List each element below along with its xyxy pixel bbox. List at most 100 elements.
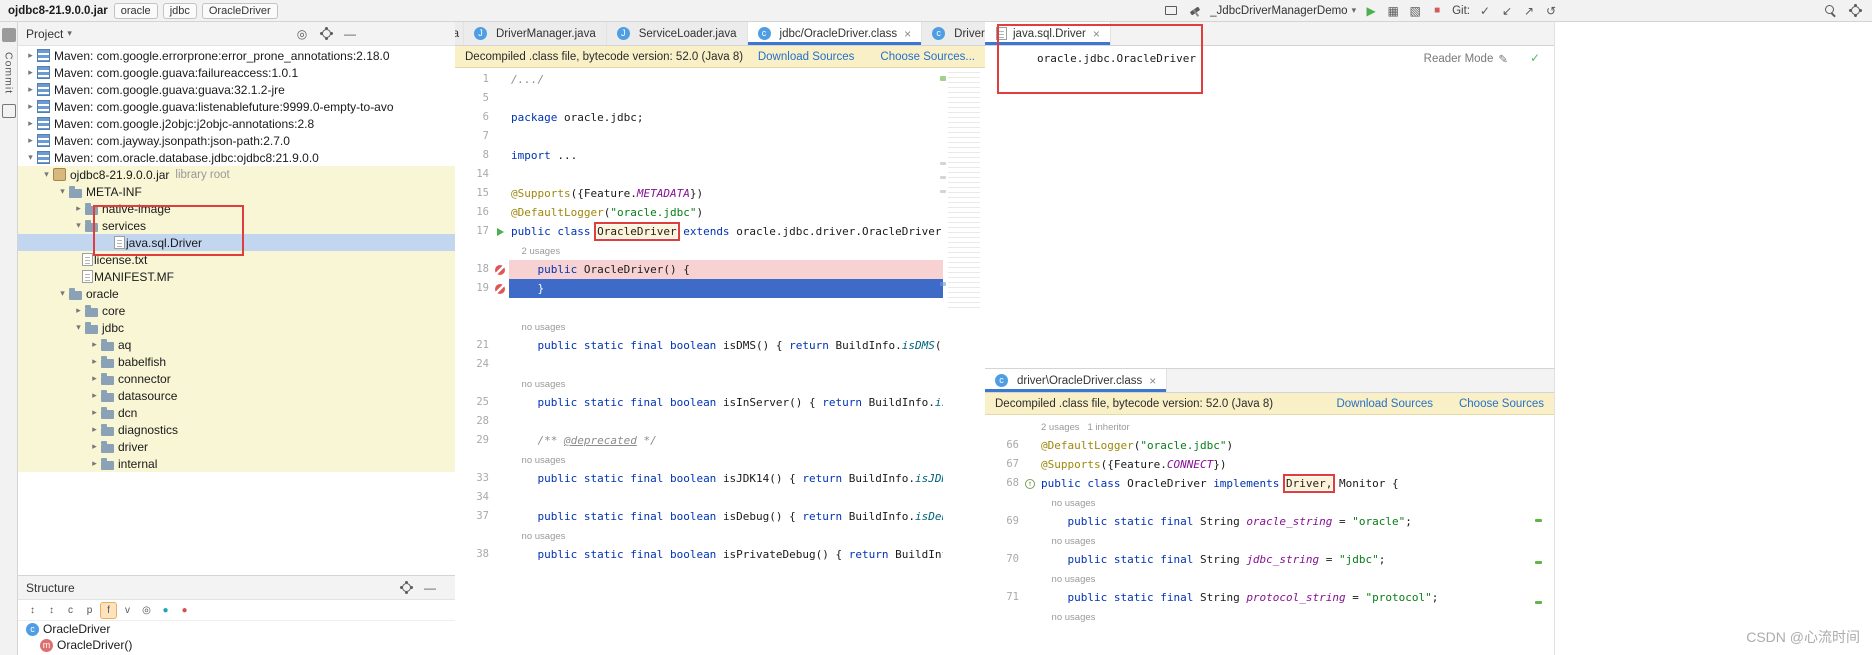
chevron-closed-icon[interactable]: ▸ xyxy=(88,424,101,435)
editor-tab-va[interactable]: va xyxy=(455,22,464,45)
tree-item-ojdbc8-21.9.0.0.jar[interactable]: ▾ojdbc8-21.9.0.0.jarlibrary root xyxy=(18,166,455,183)
code-line-8[interactable]: 8import ... xyxy=(455,146,943,165)
editor-tab-jdbc-oracledriver.class[interactable]: jdbc/OracleDriver.class× xyxy=(748,22,923,45)
tree-item-native-image[interactable]: ▸native-image xyxy=(18,200,455,217)
push-icon[interactable]: ↗ xyxy=(1520,3,1538,19)
code-line-7[interactable]: 7 xyxy=(455,127,943,146)
code-line-70[interactable]: 70 public static final String jdbc_strin… xyxy=(985,550,1554,569)
project-tool-icon[interactable] xyxy=(2,28,16,42)
chevron-closed-icon[interactable]: ▸ xyxy=(72,305,85,316)
update-icon[interactable]: ↙ xyxy=(1498,3,1516,19)
v-filter-icon[interactable]: v xyxy=(119,602,136,619)
code-line-33[interactable]: 33 public static final boolean isJDK14()… xyxy=(455,469,943,488)
chevron-closed-icon[interactable]: ▸ xyxy=(24,67,37,78)
code-line-38[interactable]: 38 public static final boolean isPrivate… xyxy=(455,545,943,564)
sort-usages-icon[interactable]: ↕ xyxy=(43,602,60,619)
tree-item-babelfish[interactable]: ▸babelfish xyxy=(18,353,455,370)
code-line-69[interactable]: 69 public static final String oracle_str… xyxy=(985,512,1554,531)
code-line[interactable]: no usages xyxy=(455,374,943,393)
chevron-open-icon[interactable]: ▾ xyxy=(56,288,69,299)
code-line[interactable]: no usages xyxy=(985,531,1554,550)
structure-panel-title[interactable]: Structure xyxy=(26,581,75,595)
tree-item-license.txt[interactable]: license.txt xyxy=(18,251,455,268)
c-filter-icon[interactable]: c xyxy=(62,602,79,619)
monitor-icon[interactable] xyxy=(1162,3,1180,19)
search-icon[interactable] xyxy=(1822,3,1840,19)
impl-gutter-icon[interactable] xyxy=(1021,479,1039,489)
code-line-67[interactable]: 67@Supports({Feature.CONNECT}) xyxy=(985,455,1554,474)
run-config-selector[interactable]: _JdbcDriverManagerDemo ▾ xyxy=(1210,5,1356,17)
chevron-closed-icon[interactable]: ▸ xyxy=(88,339,101,350)
code-line[interactable]: 2 usages 1 inheritor xyxy=(985,417,1554,436)
gear-icon[interactable] xyxy=(317,26,335,42)
tree-item-dcn[interactable]: ▸dcn xyxy=(18,404,455,421)
code-line-71[interactable]: 71 public static final String protocol_s… xyxy=(985,588,1554,607)
choose-sources-link[interactable]: Choose Sources xyxy=(1459,398,1544,410)
tree-item-internal[interactable]: ▸internal xyxy=(18,455,455,472)
tree-item-maven-com.google.guava-listenablefuture-[interactable]: ▸Maven: com.google.guava:listenablefutur… xyxy=(18,98,455,115)
code-line-25[interactable]: 25 public static final boolean isInServe… xyxy=(455,393,943,412)
run-gutter-icon[interactable] xyxy=(491,228,509,236)
code-line-15[interactable]: 15@Supports({Feature.METADATA}) xyxy=(455,184,943,203)
code-line-34[interactable]: 34 xyxy=(455,488,943,507)
profiler-icon[interactable]: ▧ xyxy=(1406,3,1424,19)
reader-mode-toggle[interactable]: Reader Mode ✎ xyxy=(1424,52,1508,66)
code-line-14[interactable]: 14 xyxy=(455,165,943,184)
code-line-16[interactable]: 16@DefaultLogger("oracle.jdbc") xyxy=(455,203,943,222)
code-area[interactable]: 2 usages 1 inheritor66@DefaultLogger("or… xyxy=(985,415,1554,655)
f-filter-icon[interactable]: f xyxy=(100,602,117,619)
tree-item-maven-com.google.guava-failureaccess-1.0[interactable]: ▸Maven: com.google.guava:failureaccess:1… xyxy=(18,64,455,81)
code-line-1[interactable]: 1/.../ xyxy=(455,70,943,89)
code-line-37[interactable]: 37 public static final boolean isDebug()… xyxy=(455,507,943,526)
tree-item-java.sql.driver[interactable]: java.sql.Driver xyxy=(18,234,455,251)
breadcrumb-OracleDriver[interactable]: OracleDriver xyxy=(202,3,278,19)
tree-item-maven-com.oracle.database.jdbc-ojdbc8-21[interactable]: ▾Maven: com.oracle.database.jdbc:ojdbc8:… xyxy=(18,149,455,166)
gear-icon[interactable] xyxy=(1846,3,1864,19)
chevron-closed-icon[interactable]: ▸ xyxy=(72,203,85,214)
code-line[interactable]: 2 usages xyxy=(455,241,943,260)
tree-item-core[interactable]: ▸core xyxy=(18,302,455,319)
breadcrumb-oracle[interactable]: oracle xyxy=(114,3,158,19)
chevron-closed-icon[interactable]: ▸ xyxy=(24,50,37,61)
chevron-closed-icon[interactable]: ▸ xyxy=(88,373,101,384)
tree-item-driver[interactable]: ▸driver xyxy=(18,438,455,455)
chevron-closed-icon[interactable]: ▸ xyxy=(24,118,37,129)
code-line-28[interactable]: 28 xyxy=(455,412,943,431)
hammer-icon[interactable] xyxy=(1186,3,1204,19)
download-sources-link[interactable]: Download Sources xyxy=(758,51,855,63)
inspections-ok-icon[interactable]: ✓ xyxy=(1530,51,1540,65)
minimap-scrollbar[interactable] xyxy=(948,72,980,310)
chevron-open-icon[interactable]: ▾ xyxy=(56,186,69,197)
tree-item-meta-inf[interactable]: ▾META-INF xyxy=(18,183,455,200)
tab-java-sql-driver[interactable]: java.sql.Driver × xyxy=(985,22,1111,45)
code-line-19[interactable]: 19 } xyxy=(455,279,943,298)
code-line-21[interactable]: 21 public static final boolean isDMS() {… xyxy=(455,336,943,355)
bp-gutter-icon[interactable] xyxy=(491,265,509,275)
code-line-6[interactable]: 6package oracle.jdbc; xyxy=(455,108,943,127)
code-line[interactable]: no usages xyxy=(985,607,1554,626)
code-area[interactable]: 1/.../56package oracle.jdbc;78import ...… xyxy=(455,68,943,655)
play-icon[interactable]: ▶ xyxy=(1362,3,1380,19)
code-line-66[interactable]: 66@DefaultLogger("oracle.jdbc") xyxy=(985,436,1554,455)
chevron-closed-icon[interactable]: ▸ xyxy=(88,407,101,418)
tree-item-diagnostics[interactable]: ▸diagnostics xyxy=(18,421,455,438)
gear-icon[interactable] xyxy=(397,580,415,596)
download-sources-link[interactable]: Download Sources xyxy=(1336,398,1433,410)
cyan-dot-icon[interactable]: ● xyxy=(157,602,174,619)
chevron-open-icon[interactable]: ▾ xyxy=(72,322,85,333)
chevron-open-icon[interactable]: ▾ xyxy=(72,220,85,231)
chevron-open-icon[interactable]: ▾ xyxy=(24,152,37,163)
p-filter-icon[interactable]: p xyxy=(81,602,98,619)
chevron-closed-icon[interactable]: ▸ xyxy=(88,390,101,401)
history-icon[interactable]: ↺ xyxy=(1542,3,1560,19)
tree-item-maven-com.google.errorprone-error-prone-[interactable]: ▸Maven: com.google.errorprone:error_pron… xyxy=(18,47,455,64)
code-line[interactable]: no usages xyxy=(985,569,1554,588)
structure-tool-icon[interactable] xyxy=(2,104,16,118)
code-line-68[interactable]: 68public class OracleDriver implements D… xyxy=(985,474,1554,493)
editor-tab-drivermanager.java[interactable]: DriverManager.java xyxy=(464,22,607,45)
structure-item[interactable]: OracleDriver xyxy=(18,621,455,637)
chevron-closed-icon[interactable]: ▸ xyxy=(88,441,101,452)
tree-item-services[interactable]: ▾services xyxy=(18,217,455,234)
tree-item-connector[interactable]: ▸connector xyxy=(18,370,455,387)
hide-icon[interactable]: — xyxy=(341,26,359,42)
